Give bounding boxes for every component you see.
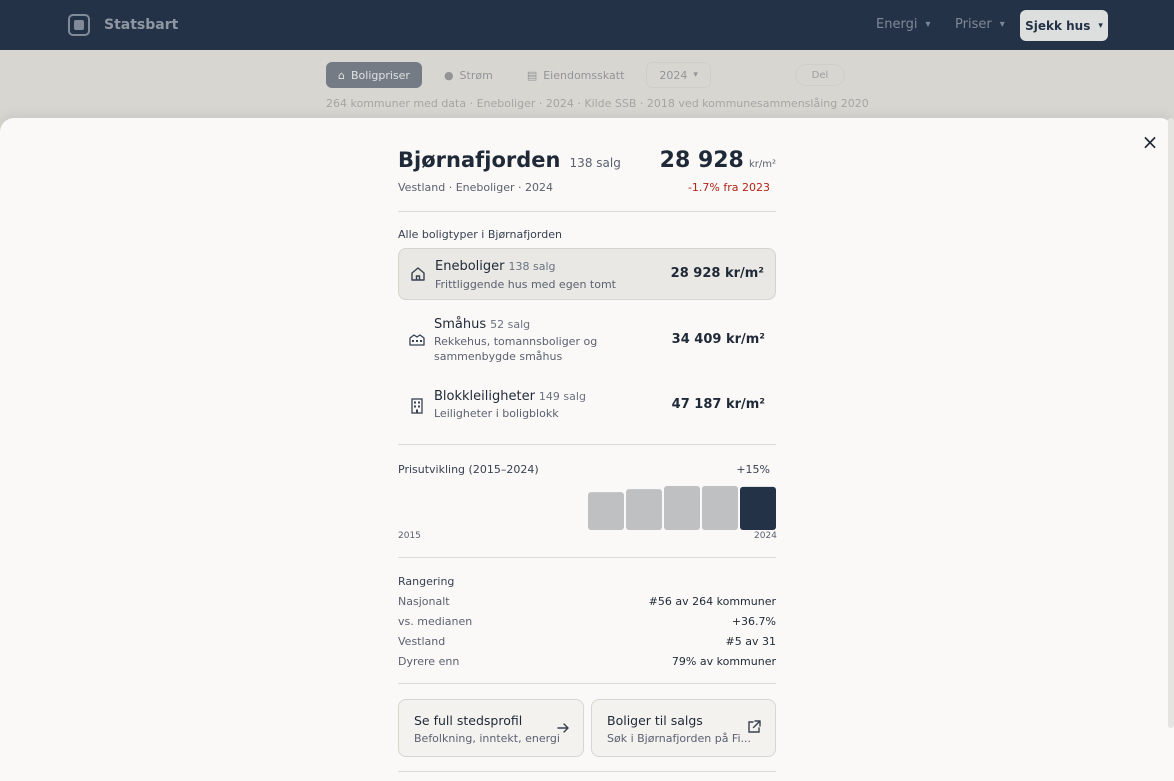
card-subtitle: Befolkning, inntekt, energi (414, 732, 560, 745)
chart-bar-current[interactable] (740, 486, 776, 530)
type-price: 47 187 kr/m² (671, 397, 765, 412)
sales-count: 138 salg (569, 156, 621, 170)
municipality-name: Bjørnafjorden (398, 148, 561, 172)
ranking-value: #5 av 31 (725, 635, 776, 648)
ranking-value: +36.7% (731, 615, 776, 628)
card-title: Se full stedsprofil (414, 713, 523, 728)
external-link-icon (748, 720, 761, 733)
arrow-right-icon (557, 723, 569, 733)
types-section-title: Alle boligtyper i Bjørnafjorden (398, 228, 562, 241)
check-house-button[interactable]: Sjekk hus ▾ (1020, 10, 1108, 41)
tab-label: Boligpriser (350, 68, 410, 82)
chevron-down-icon: ▾ (999, 19, 1005, 30)
tab-label: Eiendomsskatt (543, 68, 625, 82)
app-logo[interactable]: Statsbart (68, 14, 178, 36)
data-source-note: 264 kommuner med data · Eneboliger · 202… (326, 97, 869, 110)
municipality-subtitle: Vestland · Eneboliger · 2024 (398, 181, 553, 194)
ranking-title: Rangering (398, 575, 455, 588)
chevron-down-icon: ▾ (693, 70, 698, 80)
type-name: Eneboliger 138 salg (435, 259, 556, 274)
chart-bar[interactable] (626, 489, 662, 530)
chevron-down-icon: ▾ (925, 19, 931, 30)
type-price: 28 928 kr/m² (670, 266, 764, 281)
bolt-icon: ● (443, 68, 454, 82)
tab-label: Strøm (459, 68, 493, 82)
year-select-value: 2024 (659, 68, 688, 82)
ranking-value: #56 av 264 kommuner (648, 595, 776, 608)
ranking-row: Dyrere enn 79% av kommuner (398, 655, 776, 671)
chart-bar[interactable] (588, 492, 624, 530)
close-button[interactable]: × (1138, 132, 1162, 153)
chart-start-year: 2015 (398, 531, 421, 541)
type-row-blokkleiligheter[interactable]: Blokkleiligheter 149 salg Leiligheter i b… (398, 384, 776, 428)
price-per-sqm: 28 928 kr/m² (660, 148, 776, 173)
top-navigation: Statsbart Energi ▾ Priser ▾ Sjekk hus ▾ (0, 0, 1174, 50)
chart-bar[interactable] (702, 486, 738, 530)
tab-strom[interactable]: ● Strøm (432, 62, 505, 88)
type-name: Blokkleiligheter 149 salg (434, 389, 586, 404)
chart-title: Prisutvikling (2015–2024) (398, 463, 539, 476)
nav-menu-label: Energi (876, 17, 918, 32)
filter-toolbar: ⌂ Boligpriser ● Strøm ▤ Eiendomsskatt 20… (326, 62, 711, 88)
ranking-label: Nasjonalt (398, 595, 450, 608)
logo-icon (68, 14, 90, 36)
type-description: Frittliggende hus med egen tomt (435, 278, 616, 291)
check-house-label: Sjekk hus (1025, 18, 1091, 33)
divider (398, 211, 776, 212)
chart-bar[interactable] (664, 486, 700, 530)
ranking-row: Vestland #5 av 31 (398, 635, 776, 651)
type-row-eneboliger[interactable]: Eneboliger 138 salg Frittliggende hus med… (398, 248, 776, 300)
townhouse-icon (409, 334, 425, 346)
panel-scrollbar[interactable] (1168, 118, 1174, 728)
ranking-label: vs. medianen (398, 615, 473, 628)
document-icon: ▤ (526, 68, 538, 82)
divider (398, 444, 776, 445)
house-icon (411, 267, 425, 281)
ranking-row: Nasjonalt #56 av 264 kommuner (398, 595, 776, 611)
chart-end-year: 2024 (754, 531, 777, 541)
type-name: Småhus 52 salg (434, 317, 531, 332)
homes-for-sale-card[interactable]: Boliger til salgs Søk i Bjørnafjorden på… (591, 699, 776, 757)
card-title: Boliger til salgs (607, 713, 703, 728)
card-subtitle: Søk i Bjørnafjorden på Fi... (607, 732, 752, 745)
ranking-value: 79% av kommuner (671, 655, 776, 668)
detail-header: Bjørnafjorden 138 salg Vestland · Enebol… (398, 148, 776, 198)
price-change: -1.7% fra 2023 (687, 181, 770, 194)
share-label: Del (811, 69, 829, 81)
ranking-label: Dyrere enn (398, 655, 460, 668)
divider (398, 683, 776, 684)
chevron-down-icon: ▾ (1098, 20, 1103, 31)
tab-eiendomsskatt[interactable]: ▤ Eiendomsskatt (515, 62, 637, 88)
type-description: Leiligheter i boligblokk (434, 407, 559, 420)
type-description: Rekkehus, tomannsboliger og sammenbygde … (434, 335, 598, 363)
ranking-label: Vestland (398, 635, 446, 648)
nav-menu-energi[interactable]: Energi ▾ (876, 17, 930, 32)
municipality-detail-panel (0, 118, 1174, 781)
app-name: Statsbart (104, 17, 179, 33)
home-icon: ⌂ (338, 68, 345, 82)
type-row-smahus[interactable]: Småhus 52 salg Rekkehus, tomannsboliger o… (398, 312, 776, 370)
price-value: 28 928 (659, 148, 744, 173)
price-development-chart (588, 486, 776, 530)
year-select[interactable]: 2024 ▾ (646, 62, 711, 88)
nav-menu-priser[interactable]: Priser ▾ (955, 17, 1005, 32)
price-unit: kr/m² (748, 159, 776, 170)
share-button[interactable]: Del (795, 64, 845, 86)
tab-boligpriser[interactable]: ⌂ Boligpriser (326, 62, 422, 88)
divider (398, 557, 776, 558)
divider (398, 771, 776, 772)
full-profile-card[interactable]: Se full stedsprofil Befolkning, inntekt,… (398, 699, 584, 757)
type-price: 34 409 kr/m² (671, 332, 765, 347)
chart-change-label: +15% (736, 463, 770, 476)
nav-menu-label: Priser (955, 17, 992, 32)
ranking-row: vs. medianen +36.7% (398, 615, 776, 631)
apartment-building-icon (411, 398, 423, 414)
